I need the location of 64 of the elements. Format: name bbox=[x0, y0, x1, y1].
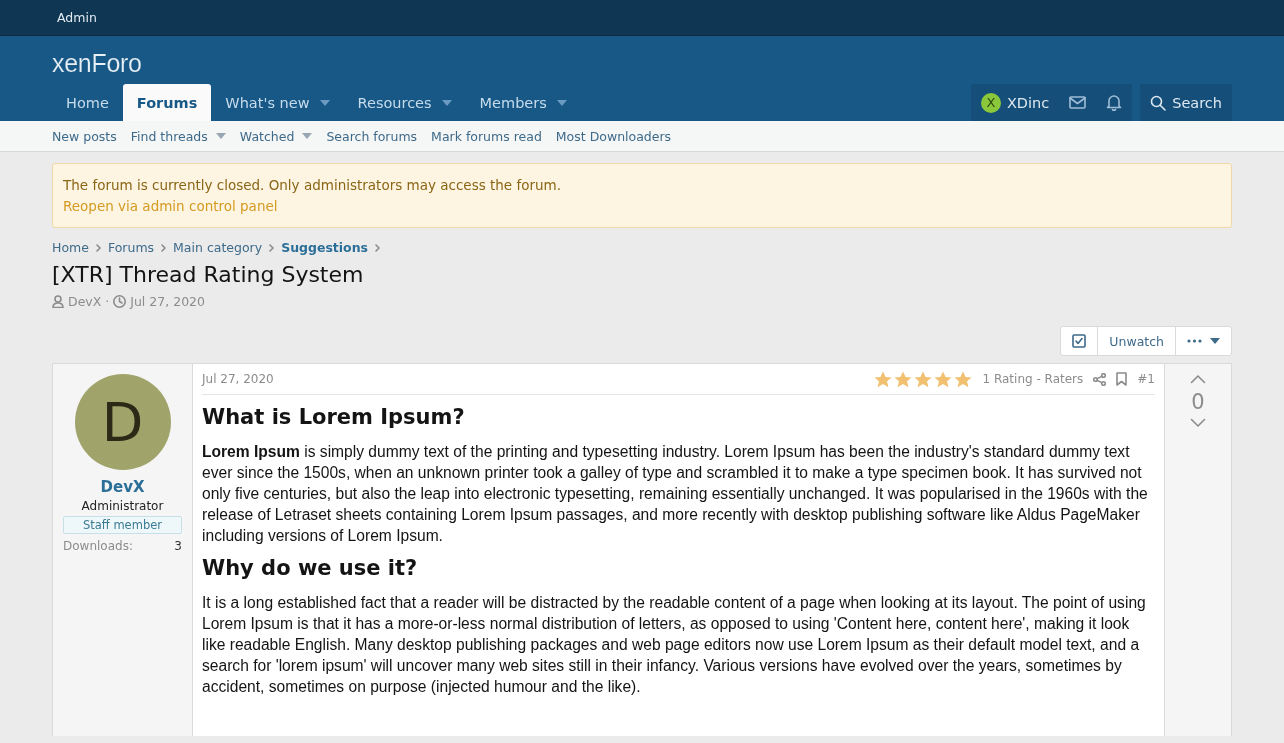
post-paragraph: Lorem Ipsum is simply dummy text of the printing and typesetting industry. Lorem Ipsum has been the industry's standard dummy text ever since the 1500s, when an unknown printer took a galley of type and scrambled it to make a type specimen book. It has survived not only five centuries, but also the leap into electronic typesetting, remaining essentially unchanged. It was popularised in the 1960s with the release of Letraset sheets containing Lorem Ipsum passages, and more recently with desktop publishing software like Aldus PageMaker including versions of Lorem Ipsum. bbox=[202, 442, 1149, 546]
star-icon bbox=[914, 370, 933, 388]
breadcrumb-link[interactable]: Main category bbox=[173, 240, 263, 255]
admin-link[interactable]: Admin bbox=[57, 10, 97, 25]
star-icon bbox=[874, 370, 893, 388]
chevron-right-icon bbox=[95, 243, 101, 252]
stat-value: 3 bbox=[174, 539, 182, 553]
user-avatar: X bbox=[980, 92, 1001, 113]
envelope-icon bbox=[1069, 96, 1087, 109]
nav-tab[interactable]: Forums bbox=[122, 84, 212, 121]
star-rating[interactable] bbox=[874, 370, 973, 388]
downvote-button[interactable] bbox=[1190, 418, 1206, 428]
sub-nav-link[interactable]: New posts bbox=[45, 128, 124, 144]
person-icon bbox=[52, 295, 64, 308]
post-paragraph: It is a long established fact that a reader will be distracted by the readable content of a page when looking at its layout. The point of using Lorem Ipsum is that it has a more-or-less normal distribution of letters, as opposed to using 'Content here, content here', making it look like readable English. Many desktop publishing packages and web page editors now use Lorem Ipsum as their default model text, and a search for 'lorem ipsum' will uncover many web sites still in their infancy. Various versions have evolved over the years, sometimes by accident, sometimes on purpose (injected humour and the like). bbox=[202, 593, 1147, 697]
chevron-right-icon bbox=[269, 243, 275, 252]
upvote-button[interactable] bbox=[1190, 374, 1206, 384]
thread-date-link[interactable]: Jul 27, 2020 bbox=[130, 294, 205, 309]
search-icon bbox=[1150, 94, 1167, 111]
notice-text: The forum is currently closed. Only administrators may access the forum. bbox=[63, 176, 563, 195]
post-date-link[interactable]: Jul 27, 2020 bbox=[202, 372, 274, 386]
post-number-link[interactable]: #1 bbox=[1137, 372, 1155, 386]
bell-icon bbox=[1106, 94, 1123, 111]
search-button[interactable]: Search bbox=[1140, 84, 1232, 121]
chevron-up-icon bbox=[1190, 374, 1206, 384]
checkbox-icon bbox=[1072, 334, 1087, 348]
breadcrumb-link[interactable]: Suggestions bbox=[281, 240, 369, 255]
chevron-down-icon bbox=[1190, 418, 1206, 428]
nav-tab[interactable]: Resources bbox=[343, 84, 466, 121]
caret-icon bbox=[1210, 338, 1220, 344]
star-icon bbox=[894, 370, 913, 388]
sub-nav-link[interactable]: Find threads bbox=[123, 128, 233, 144]
nav-tab[interactable]: Home bbox=[52, 84, 123, 121]
star-icon bbox=[934, 370, 953, 388]
ellipsis-icon bbox=[1187, 339, 1202, 343]
share-icon bbox=[1093, 372, 1107, 386]
bookmark-button[interactable] bbox=[1116, 372, 1128, 386]
bookmark-icon bbox=[1116, 372, 1128, 386]
stat-label: Downloads: bbox=[63, 539, 133, 553]
breadcrumb-link[interactable]: Forums bbox=[107, 240, 155, 255]
chevron-right-icon bbox=[375, 243, 381, 252]
sub-nav-link[interactable]: Search forums bbox=[319, 128, 425, 144]
sub-nav-link[interactable]: Mark forums read bbox=[424, 128, 549, 144]
sub-nav-link[interactable]: Watched bbox=[232, 128, 320, 144]
post-heading: What is Lorem Ipsum? bbox=[202, 405, 466, 429]
post-heading: Why do we use it? bbox=[202, 556, 419, 580]
forum-logo[interactable]: xenForo bbox=[52, 49, 142, 84]
user-avatar[interactable]: D bbox=[74, 374, 171, 470]
star-icon bbox=[954, 370, 973, 388]
staff-banner: Staff member bbox=[63, 516, 182, 534]
chevron-right-icon bbox=[161, 243, 167, 252]
vote-score: 0 bbox=[1191, 390, 1205, 414]
thread-author-link[interactable]: DevX bbox=[68, 294, 102, 309]
sub-nav-link[interactable]: Most Downloaders bbox=[548, 128, 679, 144]
separator-dot: · bbox=[105, 294, 110, 309]
thread-title: [XTR] Thread Rating System bbox=[52, 262, 365, 287]
nav-tab[interactable]: What's new bbox=[211, 84, 344, 121]
user-title: Administrator bbox=[81, 499, 164, 513]
post-author-link[interactable]: DevX bbox=[100, 478, 145, 496]
breadcrumb-link[interactable]: Home bbox=[52, 240, 89, 255]
nav-tab[interactable]: Members bbox=[465, 84, 581, 121]
share-button[interactable] bbox=[1093, 372, 1107, 386]
clock-icon bbox=[113, 295, 127, 308]
raters-link[interactable]: 1 Rating - Raters bbox=[982, 372, 1084, 386]
